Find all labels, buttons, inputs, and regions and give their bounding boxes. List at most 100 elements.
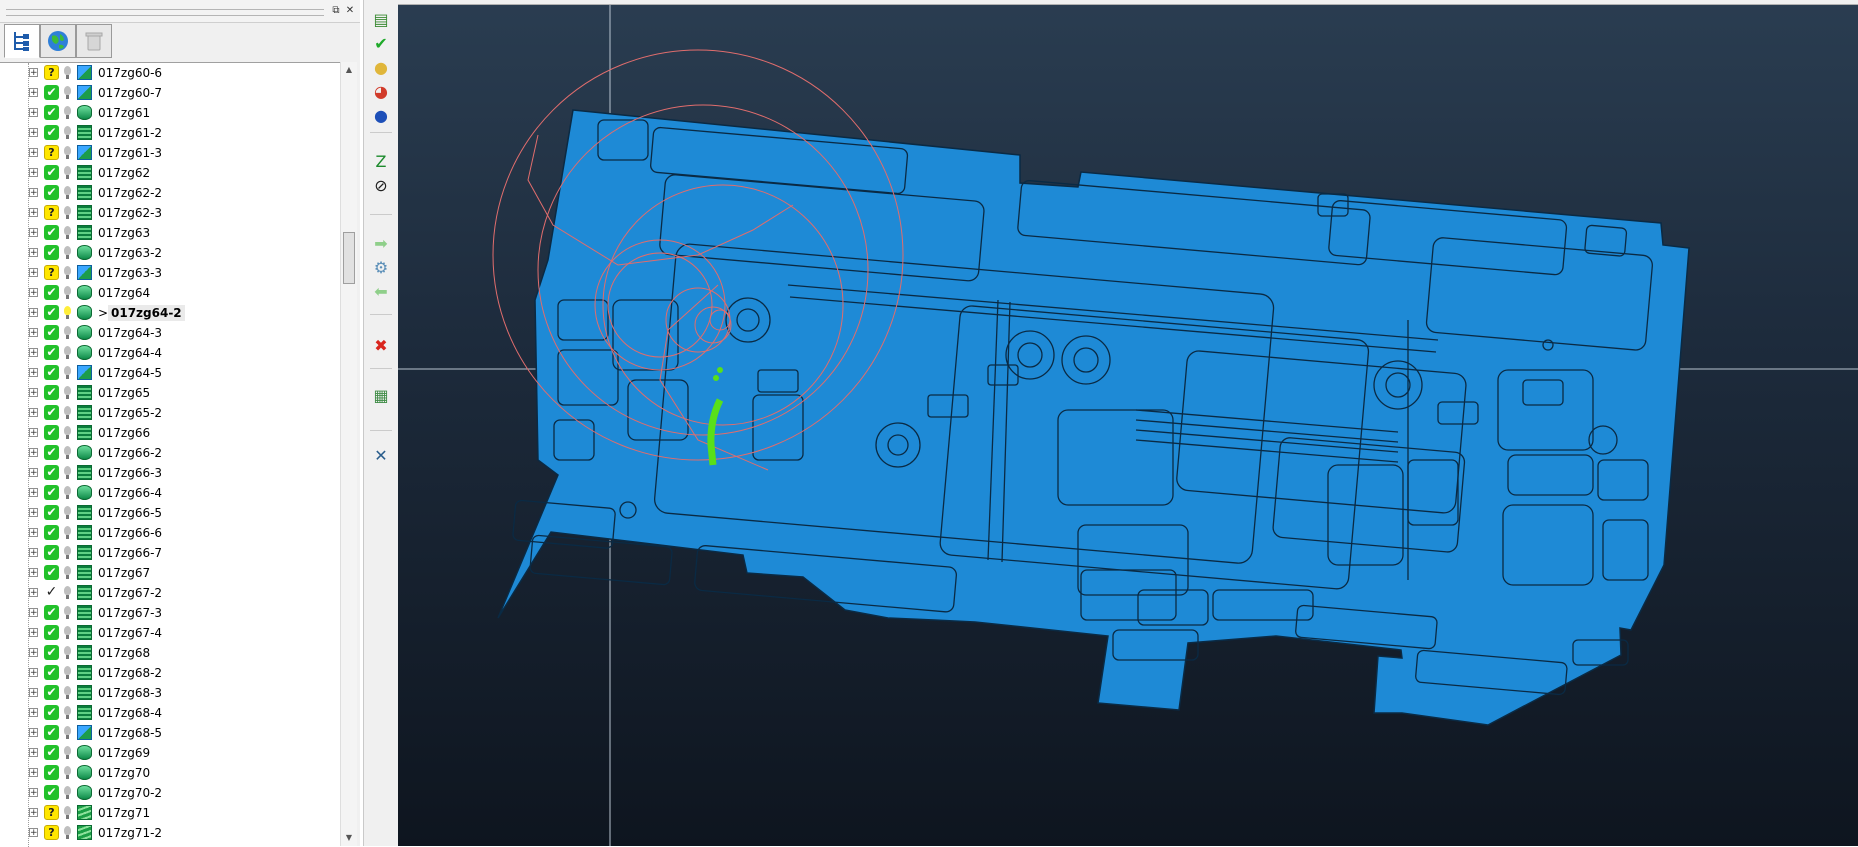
lightbulb-icon[interactable] <box>64 466 71 479</box>
tab-tree[interactable] <box>4 24 40 58</box>
expand-icon[interactable]: + <box>29 68 38 78</box>
restore-icon[interactable]: ⧉ <box>330 5 342 17</box>
expand-icon[interactable]: + <box>29 748 38 758</box>
tree-item-label[interactable]: 017zg65-2 <box>98 405 162 421</box>
tree-item[interactable]: + ✔ 017zg68 <box>0 643 340 663</box>
expand-icon[interactable]: + <box>29 248 38 258</box>
expand-icon[interactable]: + <box>29 268 38 278</box>
tree-item[interactable]: + ✔ 017zg66 <box>0 423 340 443</box>
scroll-thumb[interactable] <box>343 232 355 284</box>
tree-item[interactable]: + ✔ 017zg70 <box>0 763 340 783</box>
tree-item[interactable]: + ✔ 017zg63-2 <box>0 243 340 263</box>
check-button[interactable]: ✔ <box>371 34 391 54</box>
tree-item[interactable]: + ✔ 017zg68-5 <box>0 723 340 743</box>
tree-item-label[interactable]: 017zg64-3 <box>98 325 162 341</box>
close-toolbar-button[interactable]: ✕ <box>371 446 391 466</box>
tab-trash[interactable] <box>76 24 112 58</box>
tree-item[interactable]: + ✔ 017zg66-3 <box>0 463 340 483</box>
lightbulb-icon[interactable] <box>64 626 71 639</box>
tree-item[interactable]: + ✔ 017zg66-7 <box>0 543 340 563</box>
lightbulb-icon[interactable] <box>64 706 71 719</box>
tree-item[interactable]: + ✔ 017zg65 <box>0 383 340 403</box>
lightbulb-icon[interactable] <box>64 226 71 239</box>
lightbulb-icon[interactable] <box>64 686 71 699</box>
tree-item[interactable]: +? 017zg63-3 <box>0 263 340 283</box>
tree-item-label[interactable]: 017zg64-5 <box>98 365 162 381</box>
tree-item[interactable]: + ✔ 017zg66-4 <box>0 483 340 503</box>
expand-icon[interactable]: + <box>29 388 38 398</box>
tree-item[interactable]: +? 017zg61-3 <box>0 143 340 163</box>
lightbulb-icon[interactable] <box>64 326 71 339</box>
tree-item-label[interactable]: 017zg68-4 <box>98 705 162 721</box>
expand-icon[interactable]: + <box>29 188 38 198</box>
tree-item-label[interactable]: 017zg70 <box>98 765 150 781</box>
tree-item-label[interactable]: 017zg61 <box>98 105 150 121</box>
tree-item[interactable]: + ✔ 017zg62-2 <box>0 183 340 203</box>
tree-item[interactable]: + ✔ 017zg62 <box>0 163 340 183</box>
tree-item-label[interactable]: 017zg63-3 <box>98 265 162 281</box>
lightbulb-icon[interactable] <box>64 166 71 179</box>
tree-item-label[interactable]: 017zg66-5 <box>98 505 162 521</box>
tree-item-label[interactable]: 017zg66-4 <box>98 485 162 501</box>
expand-icon[interactable]: + <box>29 148 38 158</box>
expand-icon[interactable]: + <box>29 108 38 118</box>
expand-icon[interactable]: + <box>29 728 38 738</box>
expand-icon[interactable]: + <box>29 288 38 298</box>
expand-icon[interactable]: + <box>29 668 38 678</box>
lightbulb-icon[interactable] <box>64 566 71 579</box>
lightbulb-icon[interactable] <box>64 666 71 679</box>
scroll-down-icon[interactable]: ▼ <box>341 830 357 846</box>
tree-item-label[interactable]: 017zg66-6 <box>98 525 162 541</box>
lightbulb-icon[interactable] <box>64 286 71 299</box>
tree-item[interactable]: + ✔ 017zg70-2 <box>0 783 340 803</box>
lightbulb-icon[interactable] <box>64 726 71 739</box>
tree-item[interactable]: +? 017zg62-3 <box>0 203 340 223</box>
tree-scrollbar[interactable]: ▲ ▼ <box>340 62 357 846</box>
tree-item-label[interactable]: 017zg68-3 <box>98 685 162 701</box>
expand-icon[interactable]: + <box>29 688 38 698</box>
tree-item-label[interactable]: 017zg66-2 <box>98 445 162 461</box>
panel-title-bar[interactable]: ⧉ ✕ <box>0 0 360 23</box>
layer-button[interactable]: ▦ <box>371 386 391 406</box>
tree-item-label[interactable]: 017zg60-6 <box>98 65 162 81</box>
tree-item-label[interactable]: 017zg71-2 <box>98 825 162 841</box>
lightbulb-icon[interactable] <box>64 786 71 799</box>
lightbulb-icon[interactable] <box>64 486 71 499</box>
expand-icon[interactable]: + <box>29 608 38 618</box>
lightbulb-icon[interactable] <box>64 126 71 139</box>
tree-item-label[interactable]: 017zg67-2 <box>98 585 162 601</box>
tree-item-label[interactable]: 017zg66 <box>98 425 150 441</box>
lightbulb-icon[interactable] <box>64 186 71 199</box>
expand-icon[interactable]: + <box>29 528 38 538</box>
scroll-up-icon[interactable]: ▲ <box>341 62 357 78</box>
tree-item[interactable]: + ✔ 017zg67-3 <box>0 603 340 623</box>
expand-icon[interactable]: + <box>29 328 38 338</box>
lightbulb-icon[interactable] <box>64 446 71 459</box>
tree-item-label[interactable]: 017zg67 <box>98 565 150 581</box>
tree-item-label[interactable]: 017zg69 <box>98 745 150 761</box>
tree-item-label[interactable]: 017zg64-2 <box>108 305 185 321</box>
expand-icon[interactable]: + <box>29 648 38 658</box>
tree-item[interactable]: + ✓ 017zg67-2 <box>0 583 340 603</box>
tree-item-label[interactable]: 017zg64 <box>98 285 150 301</box>
3d-viewport[interactable] <box>398 0 1858 846</box>
expand-icon[interactable]: + <box>29 168 38 178</box>
forward-button[interactable]: ➡ <box>371 234 391 254</box>
expand-icon[interactable]: + <box>29 488 38 498</box>
tree-item-label[interactable]: 017zg66-7 <box>98 545 162 561</box>
lightbulb-icon[interactable] <box>64 246 71 259</box>
tab-globe[interactable] <box>40 24 76 58</box>
tree-item[interactable]: + ✔ 017zg60-7 <box>0 83 340 103</box>
tree-item-label[interactable]: 017zg62-2 <box>98 185 162 201</box>
tree-item-label[interactable]: 017zg67-3 <box>98 605 162 621</box>
expand-icon[interactable]: + <box>29 708 38 718</box>
tree-item[interactable]: + ✔ 017zg64-3 <box>0 323 340 343</box>
zoom-fit-button[interactable]: Z <box>371 152 391 172</box>
lightbulb-icon[interactable] <box>64 826 71 839</box>
lightbulb-icon[interactable] <box>64 646 71 659</box>
tree-item-label[interactable]: 017zg60-7 <box>98 85 162 101</box>
lightbulb-icon[interactable] <box>64 266 71 279</box>
cad-model-render[interactable] <box>398 0 1858 846</box>
expand-icon[interactable]: + <box>29 628 38 638</box>
lightbulb-icon[interactable] <box>64 386 71 399</box>
